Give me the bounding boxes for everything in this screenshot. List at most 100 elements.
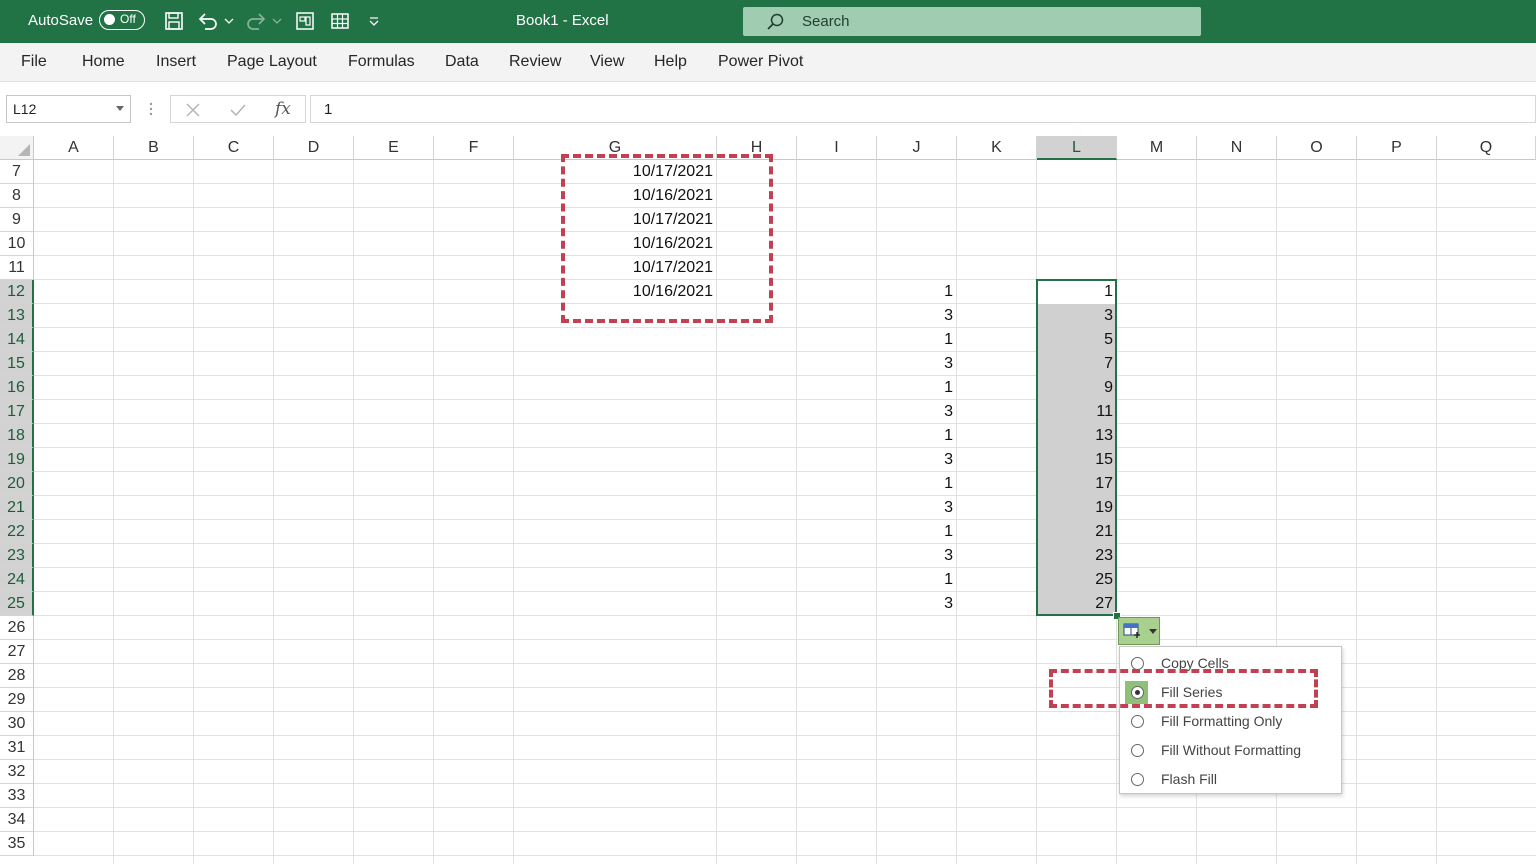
cell-j22[interactable]: 1	[877, 520, 957, 544]
row-header-24[interactable]: 24	[0, 568, 34, 592]
row-header-10[interactable]: 10	[0, 232, 34, 256]
row-header-12[interactable]: 12	[0, 280, 34, 304]
row-header-19[interactable]: 19	[0, 448, 34, 472]
grid-line	[34, 639, 1536, 640]
column-header-o[interactable]: O	[1277, 136, 1357, 160]
menu-item-fill-without-formatting[interactable]: Fill Without Formatting	[1120, 736, 1341, 765]
column-header-c[interactable]: C	[194, 136, 274, 160]
menu-item-fill-formatting-only[interactable]: Fill Formatting Only	[1120, 707, 1341, 736]
undo-button[interactable]	[196, 10, 220, 32]
enter-icon[interactable]	[229, 102, 247, 118]
column-header-l[interactable]: L	[1037, 136, 1117, 160]
row-header-25[interactable]: 25	[0, 592, 34, 616]
tab-file[interactable]: File	[21, 53, 47, 71]
row-header-8[interactable]: 8	[0, 184, 34, 208]
column-header-q[interactable]: Q	[1437, 136, 1536, 160]
tab-insert[interactable]: Insert	[156, 53, 196, 71]
select-all-button[interactable]	[0, 136, 34, 160]
row-header-11[interactable]: 11	[0, 256, 34, 280]
cell-j13[interactable]: 3	[877, 304, 957, 328]
grid-line	[34, 495, 1536, 496]
column-header-e[interactable]: E	[354, 136, 434, 160]
row-header-34[interactable]: 34	[0, 808, 34, 832]
row-header-20[interactable]: 20	[0, 472, 34, 496]
name-box-value: L12	[13, 101, 37, 117]
row-header-14[interactable]: 14	[0, 328, 34, 352]
redo-dropdown[interactable]	[270, 10, 284, 32]
row-header-21[interactable]: 21	[0, 496, 34, 520]
row-header-27[interactable]: 27	[0, 640, 34, 664]
row-header-16[interactable]: 16	[0, 376, 34, 400]
tab-page-layout[interactable]: Page Layout	[227, 53, 317, 71]
tab-data[interactable]: Data	[445, 53, 479, 71]
row-header-9[interactable]: 9	[0, 208, 34, 232]
chevron-down-icon[interactable]	[116, 106, 124, 111]
row-header-18[interactable]: 18	[0, 424, 34, 448]
row-header-17[interactable]: 17	[0, 400, 34, 424]
row-header-22[interactable]: 22	[0, 520, 34, 544]
cell-j15[interactable]: 3	[877, 352, 957, 376]
cell-j19[interactable]: 3	[877, 448, 957, 472]
title-bar: AutoSave Off Book1 - Excel Search	[0, 0, 1536, 43]
row-header-23[interactable]: 23	[0, 544, 34, 568]
cell-j21[interactable]: 3	[877, 496, 957, 520]
column-header-k[interactable]: K	[957, 136, 1037, 160]
column-header-i[interactable]: I	[797, 136, 877, 160]
row-header-29[interactable]: 29	[0, 688, 34, 712]
row-header-33[interactable]: 33	[0, 784, 34, 808]
column-header-n[interactable]: N	[1197, 136, 1277, 160]
tab-review[interactable]: Review	[509, 53, 561, 71]
table-button[interactable]	[328, 10, 352, 32]
column-header-d[interactable]: D	[274, 136, 354, 160]
grid-line	[34, 255, 1536, 256]
row-header-31[interactable]: 31	[0, 736, 34, 760]
grid-line	[34, 303, 1536, 304]
grid-line	[34, 831, 1536, 832]
row-header-7[interactable]: 7	[0, 160, 34, 184]
undo-dropdown[interactable]	[222, 10, 236, 32]
column-header-f[interactable]: F	[434, 136, 514, 160]
formula-bar: L12 fx 1	[0, 82, 1536, 136]
grid-line	[34, 327, 1536, 328]
row-header-30[interactable]: 30	[0, 712, 34, 736]
tab-help[interactable]: Help	[654, 53, 687, 71]
cell-j14[interactable]: 1	[877, 328, 957, 352]
cell-j18[interactable]: 1	[877, 424, 957, 448]
column-header-m[interactable]: M	[1117, 136, 1197, 160]
cell-j12[interactable]: 1	[877, 280, 957, 304]
cell-j17[interactable]: 3	[877, 400, 957, 424]
row-header-13[interactable]: 13	[0, 304, 34, 328]
insert-function-button[interactable]: fx	[275, 99, 291, 119]
row-header-32[interactable]: 32	[0, 760, 34, 784]
search-icon	[767, 13, 784, 30]
menu-item-flash-fill[interactable]: Flash Fill	[1120, 765, 1341, 794]
row-header-28[interactable]: 28	[0, 664, 34, 688]
tab-formulas[interactable]: Formulas	[348, 53, 415, 71]
cancel-icon[interactable]	[185, 102, 201, 118]
autofill-options-button[interactable]	[1118, 617, 1160, 645]
autosave-toggle[interactable]: Off	[99, 10, 145, 30]
cell-j24[interactable]: 1	[877, 568, 957, 592]
form-button[interactable]	[293, 10, 317, 32]
formula-input[interactable]: 1	[310, 95, 1536, 123]
tab-view[interactable]: View	[590, 53, 624, 71]
column-header-a[interactable]: A	[34, 136, 114, 160]
column-header-j[interactable]: J	[877, 136, 957, 160]
ribbon-tabs: File Home Insert Page Layout Formulas Da…	[0, 43, 1536, 82]
tab-home[interactable]: Home	[82, 53, 125, 71]
cell-j16[interactable]: 1	[877, 376, 957, 400]
row-header-26[interactable]: 26	[0, 616, 34, 640]
column-header-b[interactable]: B	[114, 136, 194, 160]
row-header-35[interactable]: 35	[0, 832, 34, 856]
cell-j23[interactable]: 3	[877, 544, 957, 568]
search-box[interactable]: Search	[743, 7, 1201, 36]
redo-button[interactable]	[244, 10, 268, 32]
name-box[interactable]: L12	[6, 95, 131, 123]
save-button[interactable]	[162, 10, 186, 32]
tab-power-pivot[interactable]: Power Pivot	[718, 53, 803, 71]
column-header-p[interactable]: P	[1357, 136, 1437, 160]
row-header-15[interactable]: 15	[0, 352, 34, 376]
customize-qat-button[interactable]	[364, 10, 384, 32]
cell-j20[interactable]: 1	[877, 472, 957, 496]
cell-j25[interactable]: 3	[877, 592, 957, 616]
